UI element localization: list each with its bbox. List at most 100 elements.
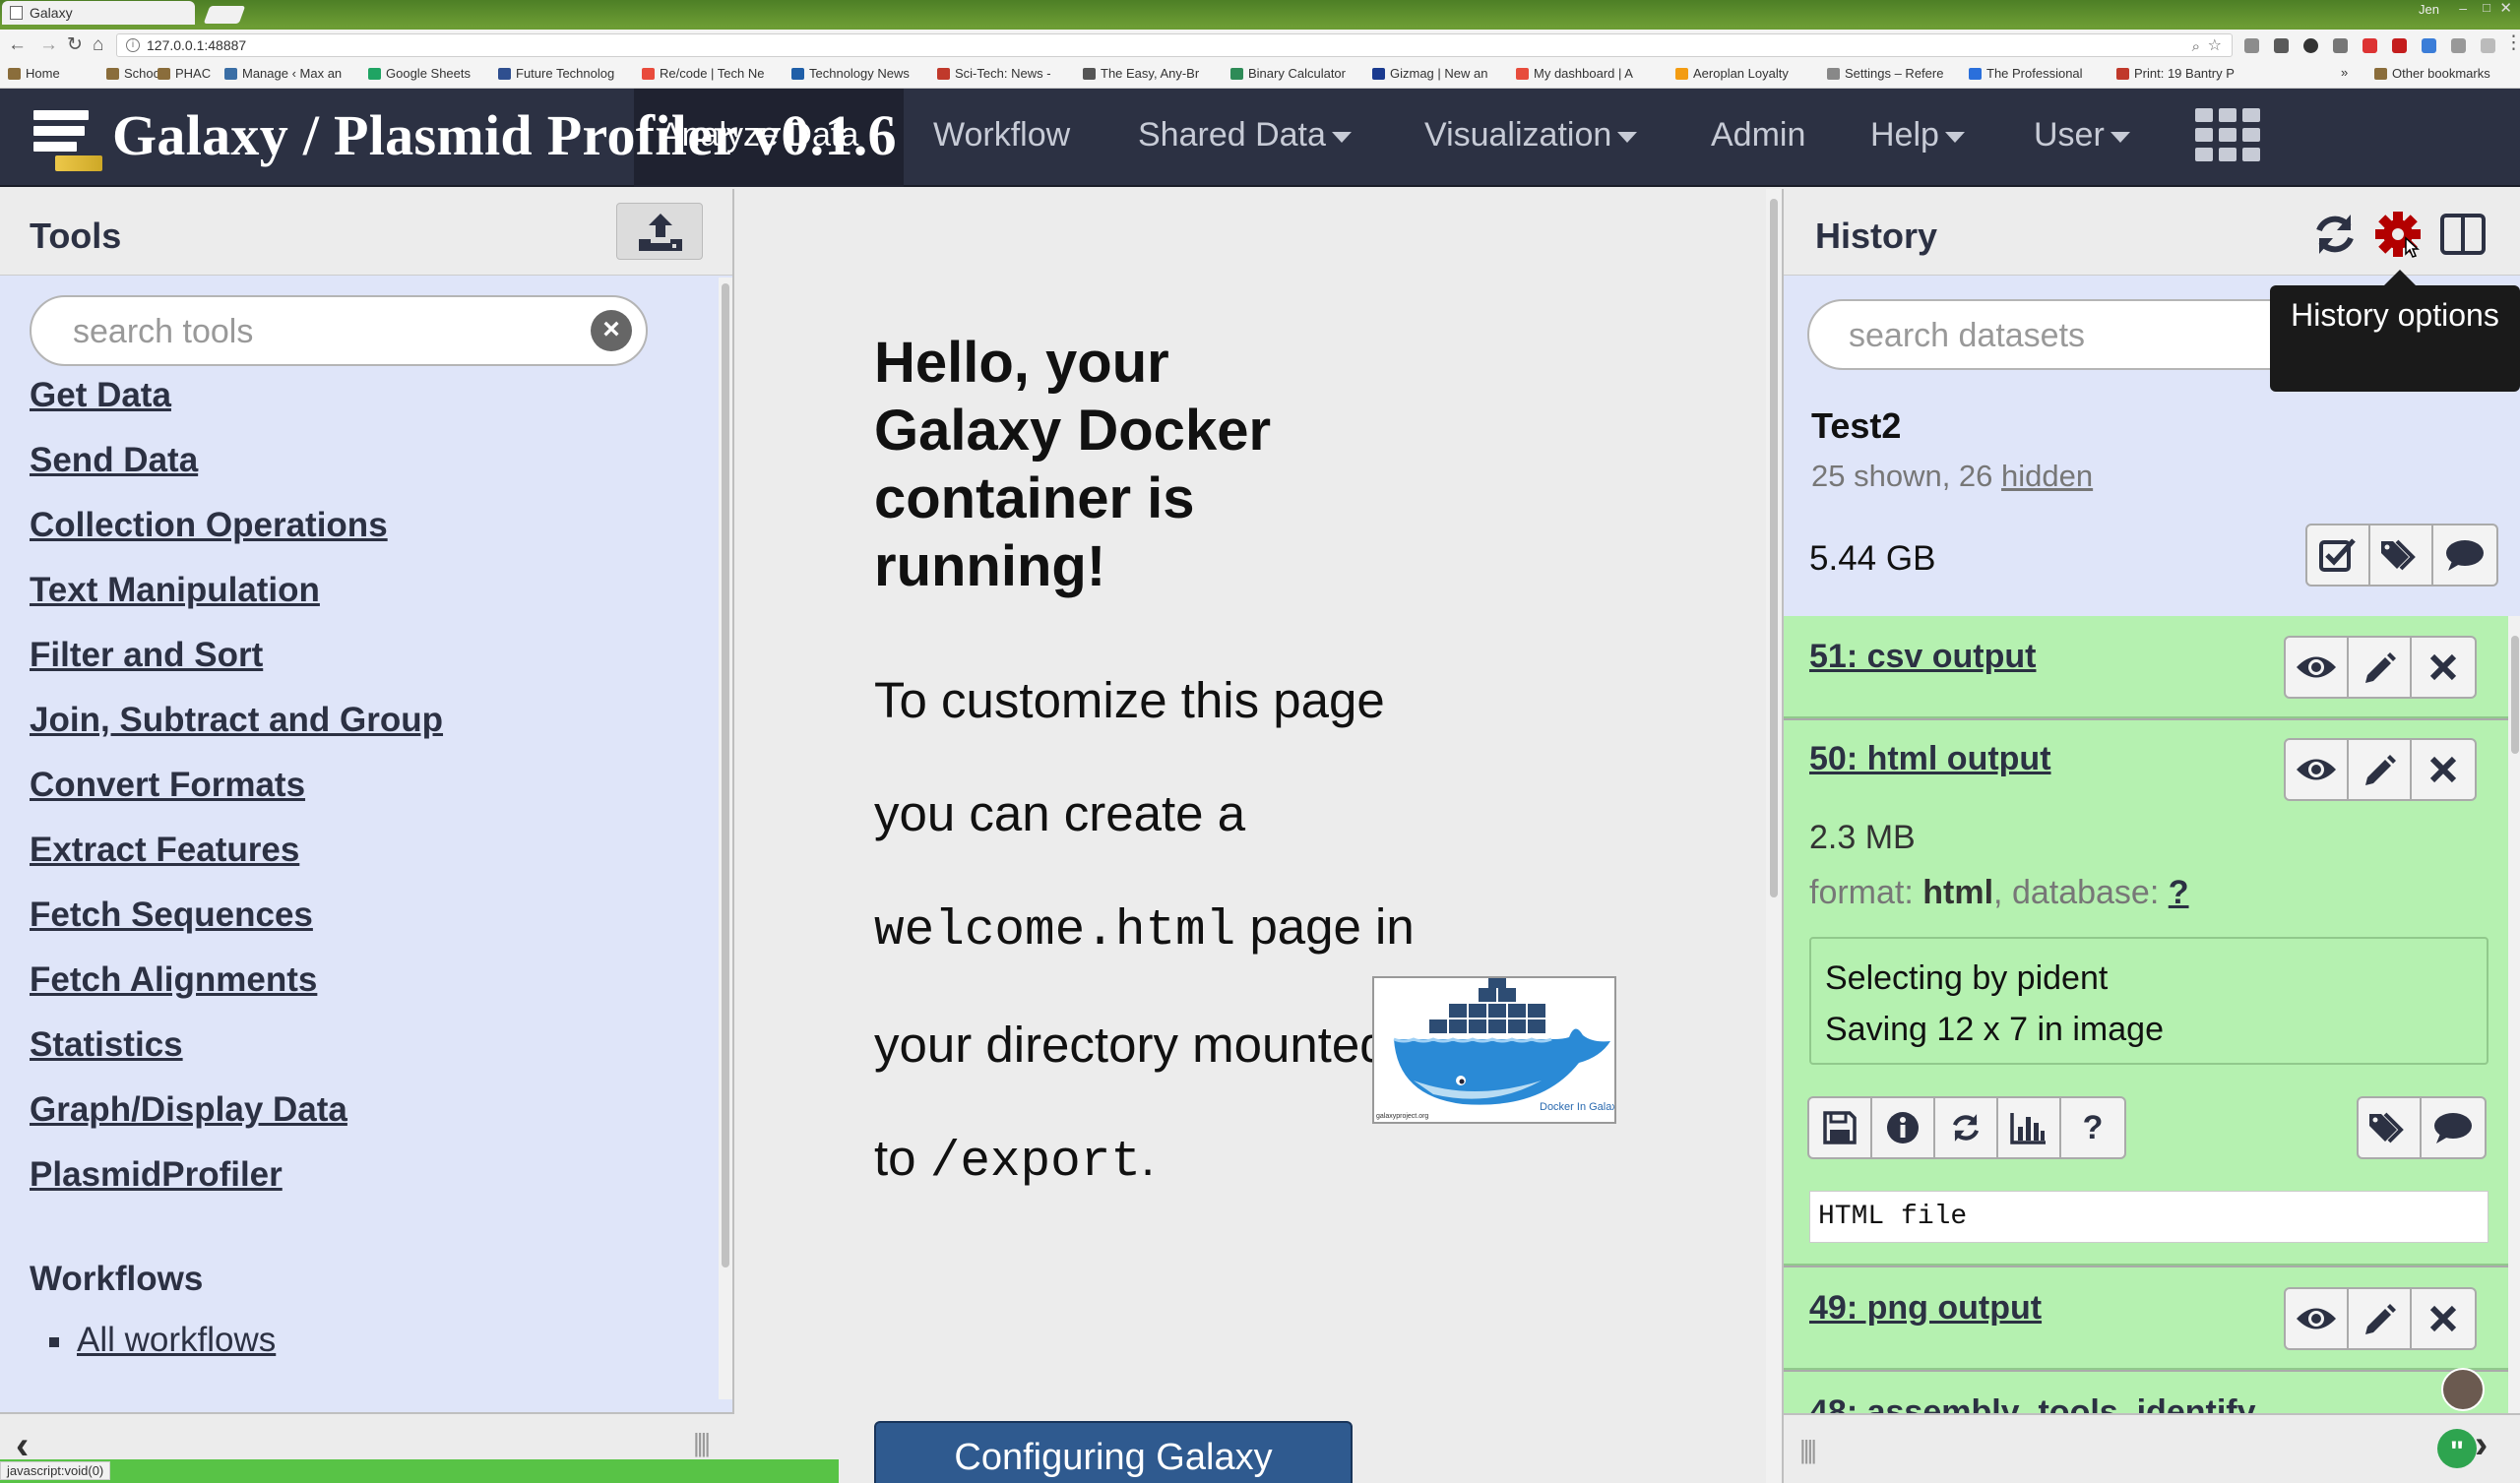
other-bookmarks[interactable]: Other bookmarks xyxy=(2374,65,2520,83)
delete-dataset-button[interactable] xyxy=(2412,740,2475,799)
history-options-gear-icon[interactable] xyxy=(2372,209,2424,260)
visualize-button[interactable] xyxy=(1998,1098,2061,1157)
more-bookmarks-icon[interactable]: » xyxy=(2341,65,2348,80)
dataset-item-expanded[interactable]: 50: html output 2.3 MB format: html, dat… xyxy=(1784,720,2508,1266)
bookmark-item[interactable]: Settings – Refere xyxy=(1827,65,1961,83)
address-bar[interactable]: i 127.0.0.1:48887 ⌕ ☆ xyxy=(116,33,2233,57)
tool-section-link[interactable]: Join, Subtract and Group xyxy=(30,699,443,764)
bookmark-item[interactable]: PHAC xyxy=(158,65,226,83)
dataset-item[interactable]: 48: assembly_tools_identify xyxy=(1784,1372,2508,1415)
bookmark-item[interactable]: The Professional xyxy=(1969,65,2110,83)
resize-handle-icon[interactable]: |||| xyxy=(1799,1435,1817,1465)
view-dataset-button[interactable] xyxy=(2286,740,2349,799)
tab-shared-data[interactable]: Shared Data xyxy=(1138,116,1352,154)
hidden-datasets-link[interactable]: hidden xyxy=(2001,459,2093,493)
multi-history-view-icon[interactable] xyxy=(2437,209,2488,260)
all-workflows-link[interactable]: All workflows xyxy=(77,1321,276,1359)
extension-icon[interactable] xyxy=(2451,38,2466,53)
tab-admin[interactable]: Admin xyxy=(1711,116,1805,154)
extension-icon[interactable] xyxy=(2274,38,2289,53)
history-name[interactable]: Test2 xyxy=(1811,405,1901,447)
bookmark-item[interactable]: My dashboard | A xyxy=(1516,65,1668,83)
tool-section-link[interactable]: Fetch Alignments xyxy=(30,958,443,1023)
download-button[interactable] xyxy=(1809,1098,1872,1157)
upload-button[interactable] xyxy=(616,203,703,260)
dataset-title[interactable]: 51: csv output xyxy=(1809,638,2036,676)
tool-section-link[interactable]: Extract Features xyxy=(30,829,443,894)
edit-dataset-button[interactable] xyxy=(2349,638,2412,697)
bookmark-item[interactable]: Sci-Tech: News - xyxy=(937,65,1075,83)
dataset-title[interactable]: 49: png output xyxy=(1809,1289,2042,1328)
bookmark-item[interactable]: Google Sheets xyxy=(368,65,494,83)
home-icon[interactable]: ⌂ xyxy=(93,34,103,56)
bookmark-item[interactable]: Manage ‹ Max an xyxy=(224,65,362,83)
menu-icon[interactable]: ⋮ xyxy=(2504,32,2520,54)
bookmark-item[interactable]: Re/code | Tech Ne xyxy=(642,65,784,83)
new-tab-button[interactable] xyxy=(203,6,246,24)
rerun-button[interactable] xyxy=(1935,1098,1998,1157)
tab-visualization[interactable]: Visualization xyxy=(1424,116,1638,154)
bookmark-item[interactable]: Future Technolog xyxy=(498,65,634,83)
history-scrollbar[interactable] xyxy=(2508,616,2520,1415)
close-window-icon[interactable]: ✕ xyxy=(2499,0,2512,17)
bookmark-item[interactable]: Binary Calculator xyxy=(1230,65,1364,83)
tool-section-link[interactable]: Fetch Sequences xyxy=(30,894,443,958)
tool-search-input[interactable] xyxy=(73,307,585,356)
tool-section-link[interactable]: Get Data xyxy=(30,374,443,439)
select-datasets-button[interactable] xyxy=(2307,525,2370,585)
apps-grid-icon[interactable] xyxy=(2195,108,2260,163)
collapse-right-icon[interactable]: › xyxy=(2475,1423,2488,1467)
dataset-item[interactable]: 49: png output xyxy=(1784,1267,2508,1370)
extension-icon[interactable] xyxy=(2333,38,2348,53)
forward-icon[interactable]: → xyxy=(39,34,58,56)
tool-section-link[interactable]: PlasmidProfiler xyxy=(30,1153,443,1218)
extension-icon[interactable] xyxy=(2422,38,2436,53)
center-scrollbar[interactable] xyxy=(1766,189,1782,1483)
dataset-title[interactable]: 48: assembly_tools_identify xyxy=(1809,1393,2256,1415)
zoom-search-icon[interactable]: ⌕ xyxy=(2192,36,2200,58)
reload-icon[interactable]: ↻ xyxy=(67,34,83,56)
tab-user[interactable]: User xyxy=(2034,116,2130,154)
configuring-galaxy-button[interactable]: Configuring Galaxy xyxy=(874,1421,1353,1483)
extension-icon[interactable] xyxy=(2392,38,2407,53)
tool-search-field[interactable]: × xyxy=(30,295,648,366)
tool-section-link[interactable]: Graph/Display Data xyxy=(30,1088,443,1153)
bookmark-item[interactable]: Technology News xyxy=(791,65,929,83)
adblock-icon[interactable] xyxy=(2362,38,2377,53)
history-annotation-button[interactable] xyxy=(2433,525,2496,585)
dataset-database-link[interactable]: ? xyxy=(2169,874,2189,911)
tool-section-link[interactable]: Filter and Sort xyxy=(30,634,443,699)
galaxy-logo[interactable] xyxy=(33,110,112,171)
help-button[interactable]: ? xyxy=(2061,1098,2124,1157)
delete-dataset-button[interactable] xyxy=(2412,638,2475,697)
resize-handle-icon[interactable]: |||| xyxy=(693,1428,711,1458)
tool-section-link[interactable]: Convert Formats xyxy=(30,764,443,829)
extension-icon[interactable] xyxy=(2481,38,2495,53)
maximize-icon[interactable]: □ xyxy=(2483,0,2490,15)
dataset-tags-button[interactable] xyxy=(2359,1098,2422,1157)
edit-dataset-button[interactable] xyxy=(2349,1289,2412,1348)
bookmark-item[interactable]: Print: 19 Bantry P xyxy=(2116,65,2290,83)
dataset-item[interactable]: 51: csv output xyxy=(1784,616,2508,718)
tab-workflow[interactable]: Workflow xyxy=(933,116,1070,154)
tool-section-link[interactable]: Send Data xyxy=(30,439,443,504)
tool-section-link[interactable]: Collection Operations xyxy=(30,504,443,569)
tool-section-link[interactable]: Statistics xyxy=(30,1023,443,1088)
bookmark-star-icon[interactable]: ☆ xyxy=(2208,35,2222,57)
tool-panel-scrollbar[interactable] xyxy=(719,278,732,1399)
tool-section-link[interactable]: Text Manipulation xyxy=(30,569,443,634)
dataset-annotation-button[interactable] xyxy=(2422,1098,2485,1157)
bookmark-item[interactable]: Aeroplan Loyalty xyxy=(1675,65,1819,83)
edit-dataset-button[interactable] xyxy=(2349,740,2412,799)
view-dataset-button[interactable] xyxy=(2286,638,2349,697)
brand-title[interactable]: Galaxy / Plasmid Profiler v0.1.6 xyxy=(112,102,897,168)
view-dataset-button[interactable] xyxy=(2286,1289,2349,1348)
site-info-icon[interactable]: i xyxy=(126,38,140,52)
chat-quote-icon[interactable]: " xyxy=(2437,1429,2477,1468)
delete-dataset-button[interactable] xyxy=(2412,1289,2475,1348)
minimize-icon[interactable]: – xyxy=(2459,0,2467,16)
history-tags-button[interactable] xyxy=(2370,525,2433,585)
refresh-history-icon[interactable] xyxy=(2309,209,2361,260)
back-icon[interactable]: ← xyxy=(8,34,27,56)
dataset-title[interactable]: 50: html output xyxy=(1809,740,2051,778)
